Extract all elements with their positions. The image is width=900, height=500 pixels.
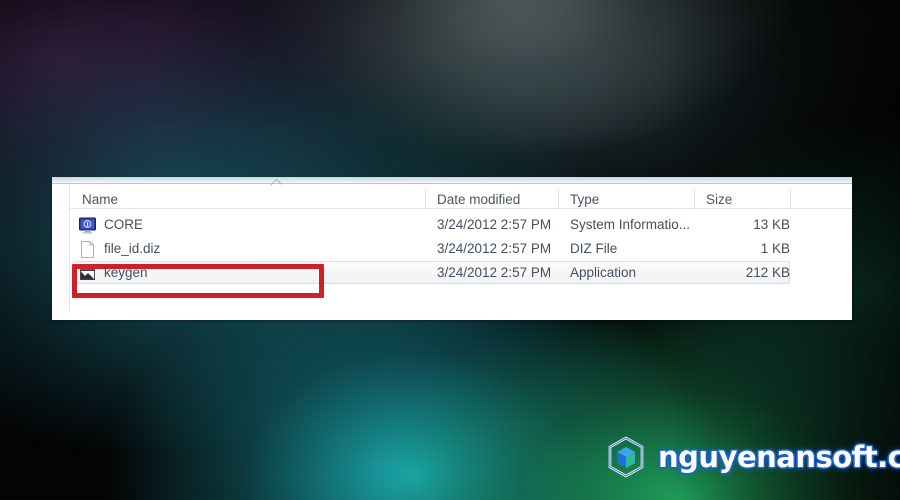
cell-name: file_id.diz xyxy=(104,241,161,256)
screenshot-root: Name Date modified Type Size CORE 3/24/2012 … xyxy=(0,0,900,500)
file-icon-container xyxy=(78,216,97,235)
column-header-type[interactable]: Type xyxy=(570,184,694,214)
annotation-red-rectangle xyxy=(72,264,324,298)
cell-type: System Informatio... xyxy=(570,217,691,232)
cell-size: 212 KB xyxy=(745,265,790,280)
column-header-name[interactable]: Name xyxy=(82,184,437,214)
table-row[interactable]: CORE 3/24/2012 2:57 PM System Informatio..… xyxy=(70,213,852,237)
column-divider-date[interactable] xyxy=(425,188,426,210)
hexagon-cube-logo-icon xyxy=(608,436,644,478)
cell-date: 3/24/2012 2:57 PM xyxy=(437,217,552,232)
column-header-size[interactable]: Size xyxy=(706,184,790,214)
header-separator-line xyxy=(70,208,852,209)
site-watermark: nguyenansoft.com xyxy=(604,432,900,482)
pane-top-edge xyxy=(52,177,852,184)
watermark-text: nguyenansoft.com xyxy=(658,440,900,474)
cell-date: 3/24/2012 2:57 PM xyxy=(437,241,552,256)
cell-date: 3/24/2012 2:57 PM xyxy=(437,265,552,280)
column-header-date[interactable]: Date modified xyxy=(437,184,561,214)
system-information-file-icon xyxy=(79,217,96,234)
column-header-row[interactable]: Name Date modified Type Size xyxy=(70,184,852,214)
cell-name: CORE xyxy=(104,217,144,232)
file-icon-container xyxy=(78,240,97,259)
sort-ascending-icon xyxy=(270,178,282,186)
column-divider-end[interactable] xyxy=(790,188,791,210)
column-divider-size[interactable] xyxy=(694,188,695,210)
cell-size: 13 KB xyxy=(753,217,790,232)
cell-type: Application xyxy=(570,265,637,280)
generic-text-file-icon xyxy=(81,241,94,258)
column-divider-type[interactable] xyxy=(558,188,559,210)
table-row[interactable]: file_id.diz 3/24/2012 2:57 PM DIZ File 1 KB xyxy=(70,237,852,261)
file-list-pane: Name Date modified Type Size CORE 3/24/2012 … xyxy=(52,177,852,320)
cell-size: 1 KB xyxy=(760,241,790,256)
cell-type: DIZ File xyxy=(570,241,618,256)
